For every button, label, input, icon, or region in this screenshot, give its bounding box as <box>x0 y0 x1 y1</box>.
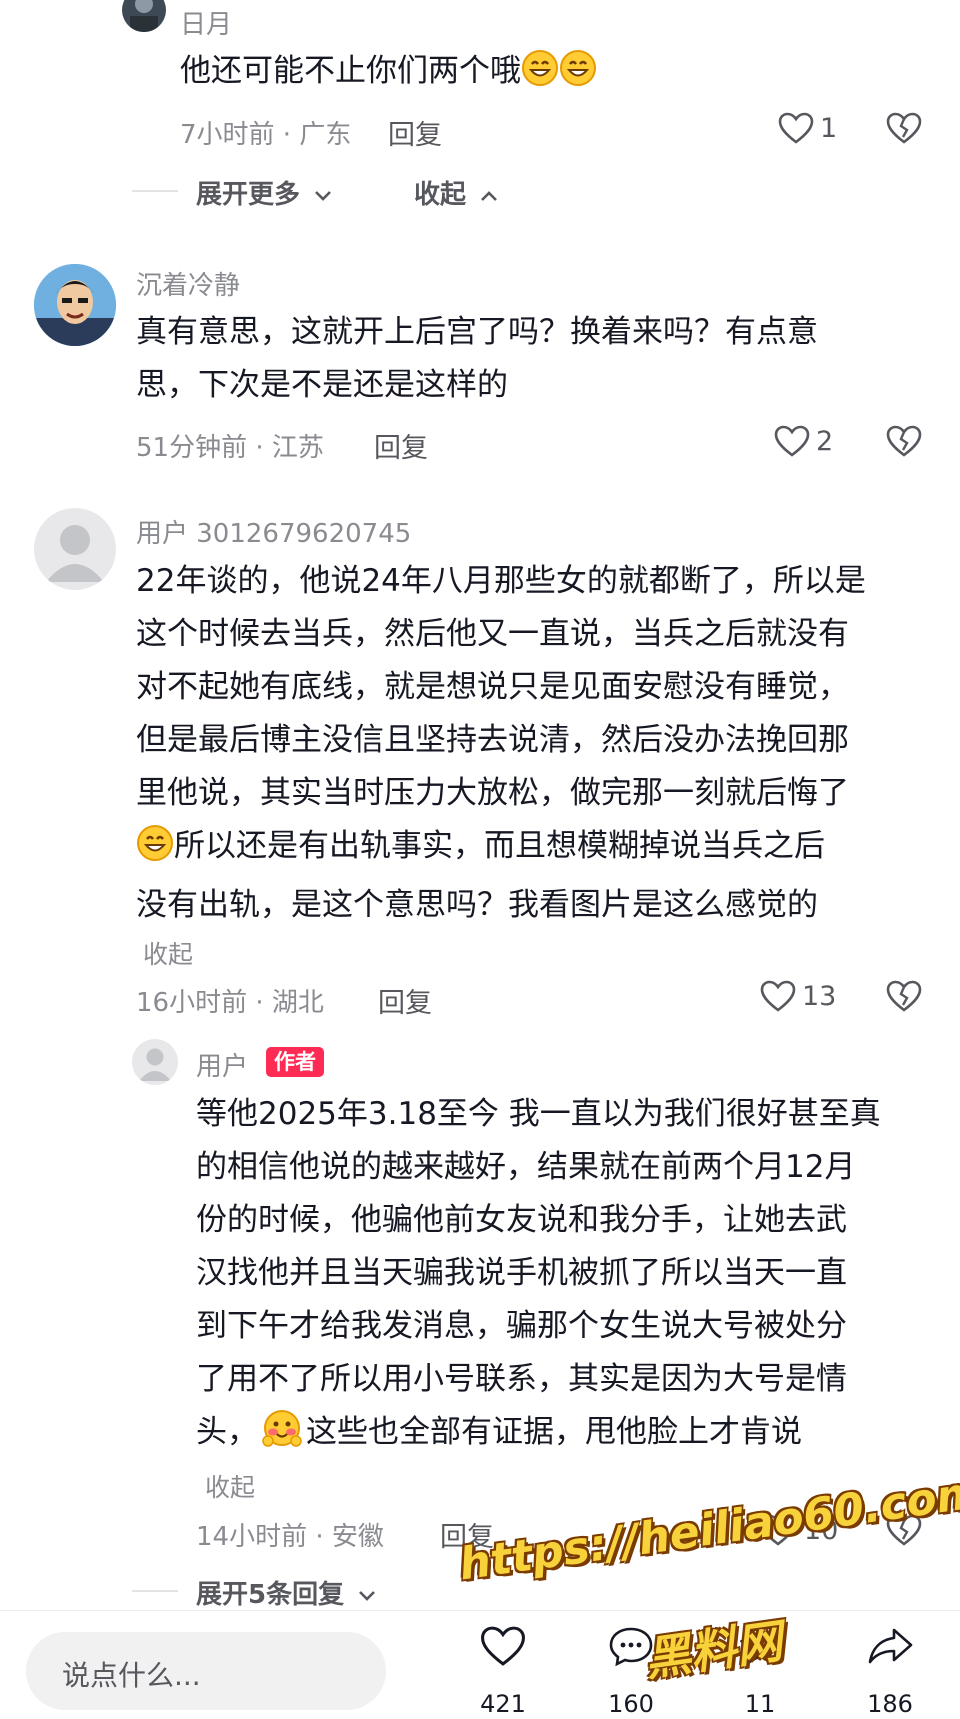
comment-line: 等他2025年3.18至今 我一直以为我们很好甚至真 <box>196 1096 881 1132</box>
collapse-label: 收起 <box>414 180 467 210</box>
comment-line: 这些也全部有证据，甩他脸上才肯说 <box>306 1414 802 1450</box>
share-arrow-icon <box>868 1628 913 1664</box>
broken-heart-icon <box>886 112 922 144</box>
comment-input[interactable]: 说点什么... <box>26 1632 386 1710</box>
expand-replies-button[interactable]: 展开5条回复 <box>196 1574 377 1611</box>
like-count: 13 <box>802 981 837 1012</box>
comment-text: 他还可能不止你们两个哦 <box>180 45 597 104</box>
comment-line: 所以还是有出轨事实，而且想模糊掉说当兵之后 <box>174 828 825 864</box>
expand-more-label: 展开更多 <box>196 180 301 210</box>
comment-line: 汉找他并且当天骗我说手机被抓了所以当天一直 <box>196 1255 847 1291</box>
comment-meta: 14小时前 · 安徽 <box>196 1522 384 1552</box>
author-badge: 作者 <box>266 1047 324 1077</box>
reply-button[interactable]: 回复 <box>388 113 442 152</box>
comment-text: 真有意思，这就开上后宫了吗？换着来吗？有点意 思，下次是不是还是这样的 <box>136 306 818 412</box>
like-button[interactable] <box>760 980 796 1016</box>
broken-heart-icon <box>886 425 922 457</box>
dislike-button[interactable] <box>886 425 922 461</box>
comment-line: 头， <box>196 1414 258 1450</box>
like-total: 421 <box>480 1690 526 1718</box>
chevron-up-icon <box>481 191 497 201</box>
comment-line-with-emoji: 头， 这些也全部有证据，甩他脸上才肯说 <box>196 1406 881 1465</box>
comment-username[interactable]: 用户 <box>196 1046 248 1083</box>
comment-line: 份的时候，他骗他前女友说和我分手，让她去武 <box>196 1202 847 1238</box>
comment-line: 对不起她有底线，就是想说只是见面安慰没有睡觉， <box>136 669 849 705</box>
like-action-button[interactable] <box>480 1625 526 1671</box>
reply-button[interactable]: 回复 <box>378 981 432 1020</box>
expand-replies-label: 展开5条回复 <box>196 1580 345 1610</box>
grin-emoji-icon <box>559 49 597 104</box>
like-button[interactable] <box>774 425 810 461</box>
comment-line-with-emoji: 所以还是有出轨事实，而且想模糊掉说当兵之后 <box>136 820 866 879</box>
comment-text: 等他2025年3.18至今 我一直以为我们很好甚至真 的相信他说的越来越好，结果… <box>196 1088 881 1465</box>
grin-emoji-icon <box>136 824 174 879</box>
avatar[interactable] <box>132 1039 178 1085</box>
favorite-total: 11 <box>744 1690 776 1718</box>
heart-icon <box>774 425 810 457</box>
comment-total: 160 <box>608 1690 654 1718</box>
heart-icon <box>481 1626 525 1666</box>
comment-line: 但是最后博主没信且坚持去说清，然后没办法挽回那 <box>136 722 849 758</box>
chevron-down-icon <box>359 1591 376 1601</box>
expand-more-button[interactable]: 展开更多 <box>196 174 333 211</box>
comment-line: 的相信他说的越来越好，结果就在前两个月12月 <box>196 1149 856 1185</box>
heart-icon <box>760 980 796 1012</box>
comment-meta: 51分钟前 · 江苏 <box>136 433 324 463</box>
collapse-button[interactable]: 收起 <box>414 174 499 211</box>
heart-icon <box>778 112 814 144</box>
comment-line: 这个时候去当兵，然后他又一直说，当兵之后就没有 <box>136 616 849 652</box>
fold-button[interactable]: 收起 <box>205 1468 255 1504</box>
comment-line: 22年谈的，他说24年八月那些女的就都断了，所以是 <box>136 563 866 599</box>
comment-meta: 7小时前 · 广东 <box>180 120 352 150</box>
divider <box>132 190 178 192</box>
grin-emoji-icon <box>521 49 559 104</box>
blush-emoji-icon <box>262 1408 302 1465</box>
comment-username[interactable]: 沉着冷静 <box>136 265 240 302</box>
reply-button[interactable]: 回复 <box>374 426 428 465</box>
comment-username[interactable]: 用户 3012679620745 <box>136 513 411 550</box>
comment-meta: 16小时前 · 湖北 <box>136 988 324 1018</box>
avatar[interactable] <box>34 264 116 346</box>
share-total: 186 <box>867 1690 913 1718</box>
comment-username[interactable]: 日月 <box>180 4 232 41</box>
like-count: 2 <box>816 426 834 457</box>
avatar[interactable] <box>122 0 166 32</box>
comment-line: 里他说，其实当时压力大放松，做完那一刻就后悔了 <box>136 775 849 811</box>
comment-input-placeholder: 说点什么... <box>62 1659 201 1692</box>
like-count: 1 <box>820 113 838 144</box>
comment-line: 思，下次是不是还是这样的 <box>136 367 508 403</box>
share-action-button[interactable] <box>866 1625 914 1671</box>
chevron-down-icon <box>315 191 331 201</box>
dislike-button[interactable] <box>886 112 922 148</box>
divider <box>132 1590 178 1592</box>
comment-line: 到下午才给我发消息，骗那个女生说大号被处分 <box>196 1308 847 1344</box>
comment-line: 真有意思，这就开上后宫了吗？换着来吗？有点意 <box>136 314 818 350</box>
watermark-url: https://heiliao60.com <box>456 1466 960 1591</box>
comment-text-content: 他还可能不止你们两个哦 <box>180 53 521 89</box>
dislike-button[interactable] <box>886 980 922 1016</box>
comment-line: 了用不了所以用小号联系，其实是因为大号是情 <box>196 1361 847 1397</box>
avatar[interactable] <box>34 508 116 590</box>
comment-line: 没有出轨，是这个意思吗？我看图片是这么感觉的 <box>136 887 818 923</box>
fold-button[interactable]: 收起 <box>143 935 193 971</box>
like-button[interactable] <box>778 112 814 148</box>
comment-text: 22年谈的，他说24年八月那些女的就都断了，所以是 这个时候去当兵，然后他又一直… <box>136 555 866 932</box>
broken-heart-icon <box>886 980 922 1012</box>
